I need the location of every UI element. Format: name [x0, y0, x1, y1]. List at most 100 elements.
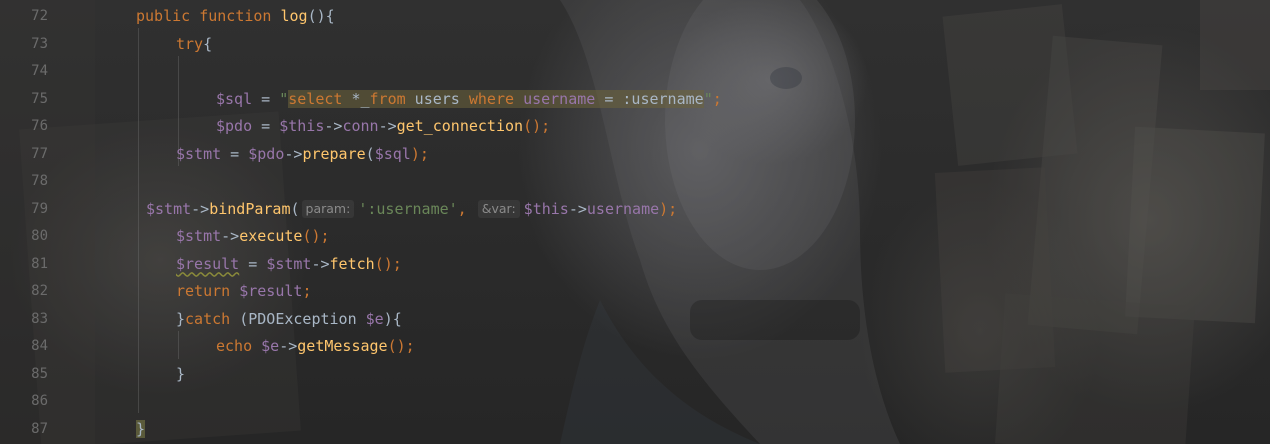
- keyword: return: [176, 282, 231, 300]
- variable: $e: [252, 337, 280, 355]
- operator: ->: [378, 117, 397, 135]
- parameter-hint: &var:: [477, 199, 520, 218]
- line-number: 85: [31, 365, 48, 382]
- method-call: bindParam: [209, 199, 291, 218]
- punctuation: );: [659, 199, 678, 218]
- brace: }: [176, 309, 186, 328]
- method-call: execute: [239, 227, 303, 245]
- variable: $sql: [374, 144, 411, 163]
- code-line-76[interactable]: $pdo = $this->conn->get_connection();: [216, 113, 550, 141]
- operator: ->: [324, 117, 343, 135]
- variable: $stmt: [146, 199, 192, 218]
- property: username: [586, 199, 660, 218]
- code-line-84[interactable]: echo $e->getMessage();: [216, 333, 415, 361]
- variable: $stmt: [266, 254, 312, 273]
- string-quote: ": [703, 89, 713, 108]
- line-number: 81: [31, 255, 48, 272]
- operator: =: [252, 89, 280, 108]
- line-number-gutter: 72 73 74 75 76 77 78 79 80 81 82 83 84 8…: [0, 0, 60, 444]
- punctuation: ,: [457, 199, 467, 218]
- method-call: get_connection: [396, 117, 524, 135]
- sql-keyword: where: [468, 89, 515, 108]
- punctuation: ();: [523, 117, 551, 135]
- code-line-80[interactable]: $stmt->execute();: [176, 223, 330, 251]
- code-line-75[interactable]: $sql = "select *_from users where userna…: [216, 86, 722, 114]
- punctuation: (: [290, 199, 300, 218]
- line-number: 84: [31, 338, 48, 354]
- operator: ->: [284, 144, 303, 163]
- code-line-73[interactable]: try{: [176, 31, 212, 59]
- line-number: 78: [31, 173, 48, 189]
- punctuation: (: [365, 144, 375, 163]
- indent-guide: [138, 28, 139, 413]
- keyword: try: [176, 34, 204, 53]
- property: conn: [342, 117, 379, 135]
- line-number: 72: [31, 8, 48, 24]
- keyword: function: [199, 7, 272, 25]
- punctuation: {: [203, 34, 213, 53]
- sql-keyword: from: [369, 89, 406, 108]
- semicolon: ;: [302, 282, 312, 300]
- line-number: 87: [31, 420, 48, 437]
- keyword: echo: [216, 337, 253, 355]
- variable: $stmt: [176, 227, 222, 245]
- sql-keyword: select: [288, 89, 343, 108]
- line-number: 82: [31, 283, 48, 299]
- operator: ->: [568, 199, 587, 218]
- sql-injection-highlight: select *_from users where username = :us…: [288, 89, 704, 108]
- function-name: log: [280, 7, 308, 25]
- method-call: fetch: [329, 254, 375, 273]
- sql-column: username: [523, 89, 596, 108]
- variable: $e: [356, 309, 384, 328]
- punctuation: (: [230, 309, 249, 328]
- operator: ->: [221, 227, 240, 245]
- line-number: 83: [31, 310, 48, 327]
- keyword: catch: [185, 309, 231, 328]
- code-editor[interactable]: 72 73 74 75 76 77 78 79 80 81 82 83 84 8…: [0, 0, 1270, 444]
- unused-variable-warning[interactable]: $result: [176, 255, 239, 273]
- variable: $pdo: [216, 117, 253, 135]
- string-literal: ':username': [358, 199, 458, 218]
- variable: $stmt: [176, 144, 222, 163]
- code-line-79[interactable]: $stmt->bindParam(param: ':username', &var…: [146, 196, 677, 224]
- line-number: 76: [31, 118, 48, 134]
- parameter-hint: param:: [301, 199, 355, 218]
- punctuation: );: [410, 144, 429, 163]
- sql-text: = :username: [595, 89, 704, 108]
- operator: =: [252, 117, 280, 135]
- line-number: 79: [31, 200, 48, 217]
- keyword: public: [136, 7, 191, 25]
- code-line-81[interactable]: $result = $stmt->fetch();: [176, 251, 402, 279]
- method-call: getMessage: [297, 337, 388, 355]
- line-number: 75: [31, 90, 48, 107]
- matched-brace: }: [136, 419, 146, 438]
- operator: =: [239, 254, 267, 273]
- punctuation: ();: [302, 227, 330, 245]
- operator: ->: [311, 254, 330, 273]
- code-line-77[interactable]: $stmt = $pdo->prepare($sql);: [176, 141, 429, 169]
- code-line-83[interactable]: }catch (PDOException $e){: [176, 306, 402, 334]
- variable: $this: [523, 199, 569, 218]
- operator: =: [221, 144, 249, 163]
- variable: $this: [279, 117, 325, 135]
- semicolon: ;: [712, 89, 722, 108]
- variable: $pdo: [248, 144, 285, 163]
- string-quote: ": [279, 89, 289, 108]
- class-name: PDOException: [248, 309, 357, 328]
- code-line-87[interactable]: }: [136, 416, 146, 444]
- code-line-85[interactable]: }: [176, 361, 185, 389]
- sql-text: users: [405, 89, 469, 108]
- line-number: 77: [31, 145, 48, 162]
- line-number: 86: [31, 393, 48, 409]
- indent-guide: [178, 331, 179, 359]
- code-line-72[interactable]: public function log(){: [136, 3, 335, 31]
- punctuation: ();: [374, 254, 402, 273]
- punctuation: (){: [307, 7, 335, 25]
- line-number: 80: [31, 228, 48, 244]
- sql-text: *_: [342, 89, 370, 108]
- punctuation: ();: [387, 337, 415, 355]
- method-call: prepare: [302, 144, 366, 163]
- operator: ->: [191, 199, 210, 218]
- code-line-82[interactable]: return $result;: [176, 278, 311, 306]
